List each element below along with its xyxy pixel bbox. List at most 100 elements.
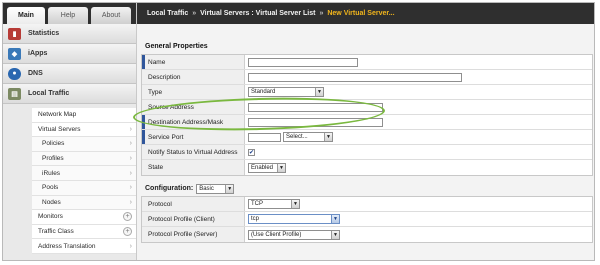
select-value: (Use Client Profile)	[251, 231, 302, 238]
main-content: General Properties Name Description Type…	[141, 38, 593, 243]
sidebar-item-label: Virtual Servers	[38, 125, 81, 133]
form-row-state: State Enabled ▼	[142, 160, 592, 175]
chevron-down-icon: ▼	[324, 133, 332, 141]
nav-section-local-traffic[interactable]: ▤ Local Traffic	[3, 84, 136, 104]
tab-about[interactable]: About	[91, 7, 131, 24]
add-icon[interactable]: +	[123, 212, 132, 222]
tab-help[interactable]: Help	[48, 7, 88, 24]
left-navigation: Main Help About ▮ Statistics ◆ iApps ● D…	[3, 3, 137, 260]
sidebar-item-nodes[interactable]: Nodes ›	[32, 195, 136, 211]
select-value: Basic	[199, 185, 214, 192]
breadcrumb: Local Traffic » Virtual Servers : Virtua…	[137, 3, 594, 24]
nav-section-label: Local Traffic	[28, 90, 70, 97]
chevron-right-icon: ›	[129, 155, 132, 163]
field-label: Destination Address/Mask	[142, 115, 245, 129]
select-value: TCP	[251, 201, 263, 207]
sidebar-item-label: Nodes	[42, 198, 61, 206]
local-traffic-icon: ▤	[8, 87, 21, 100]
sidebar-item-profiles[interactable]: Profiles ›	[32, 151, 136, 167]
nav-section-dns[interactable]: ● DNS	[3, 64, 136, 84]
nav-section-label: iApps	[28, 50, 48, 57]
field-label: Description	[142, 70, 245, 84]
field-label: Notify Status to Virtual Address	[142, 145, 245, 159]
form-row-server-profile: Protocol Profile (Server) (Use Client Pr…	[142, 227, 592, 242]
field-label: Service Port	[142, 130, 245, 144]
form-row-protocol: Protocol TCP ▼	[142, 197, 592, 212]
sidebar-item-virtual-servers[interactable]: Virtual Servers ›	[32, 123, 136, 138]
field-label: State	[142, 160, 245, 175]
field-label: Name	[142, 55, 245, 69]
form-row-type: Type Standard ▼	[142, 85, 592, 100]
destination-address-field[interactable]	[248, 117, 383, 127]
breadcrumb-separator: »	[319, 10, 324, 17]
field-label: Protocol	[142, 197, 245, 211]
nav-tabs: Main Help About	[3, 3, 136, 24]
client-profile-select[interactable]: tcp ▼	[248, 214, 340, 224]
select-value: tcp	[251, 216, 260, 222]
chevron-right-icon: ›	[129, 184, 132, 192]
iapps-icon: ◆	[8, 47, 21, 60]
service-port-select[interactable]: Select... ▼	[283, 132, 333, 142]
chevron-down-icon: ▼	[225, 184, 234, 193]
configuration-mode-select[interactable]: Basic ▼	[196, 183, 235, 194]
type-select[interactable]: Standard ▼	[248, 87, 324, 97]
form-row-notify: Notify Status to Virtual Address ✔	[142, 145, 592, 160]
select-value: Standard	[251, 89, 276, 95]
sidebar-item-label: Address Translation	[38, 242, 96, 250]
tab-main[interactable]: Main	[7, 7, 45, 24]
local-traffic-submenu: Network Map Virtual Servers › Policies ›…	[32, 108, 136, 254]
notify-status-checkbox[interactable]: ✔	[248, 148, 255, 156]
select-value: Enabled	[251, 164, 274, 171]
sidebar-item-label: Network Map	[38, 111, 77, 119]
sidebar-item-label: Traffic Class	[38, 228, 74, 236]
form-row-source: Source Address	[142, 100, 592, 115]
section-title-general: General Properties	[145, 42, 208, 50]
form-row-destination: Destination Address/Mask	[142, 115, 592, 130]
field-label: Source Address	[142, 100, 245, 114]
sidebar-item-pools[interactable]: Pools ›	[32, 180, 136, 196]
nav-section-label: Statistics	[28, 30, 60, 37]
sidebar-item-irules[interactable]: iRules ›	[32, 166, 136, 181]
general-properties-table: Name Description Type Standard ▼ Source …	[141, 54, 593, 176]
server-profile-select[interactable]: (Use Client Profile) ▼	[248, 229, 340, 240]
chevron-right-icon: ›	[129, 169, 132, 177]
sidebar-item-address-translation[interactable]: Address Translation ›	[32, 239, 136, 254]
sidebar-item-label: iRules	[42, 169, 61, 177]
sidebar-item-network-map[interactable]: Network Map	[32, 108, 136, 123]
nav-section-statistics[interactable]: ▮ Statistics	[3, 24, 136, 44]
sidebar-item-label: Pools	[42, 184, 59, 192]
chevron-down-icon: ▼	[291, 200, 299, 208]
statistics-icon: ▮	[8, 27, 21, 40]
add-icon[interactable]: +	[123, 227, 132, 237]
chevron-down-icon: ▼	[315, 88, 323, 96]
form-row-description: Description	[142, 70, 592, 85]
service-port-field[interactable]	[248, 132, 281, 142]
chevron-down-icon: ▼	[331, 215, 339, 223]
sidebar-item-traffic-class[interactable]: Traffic Class +	[32, 225, 136, 240]
breadcrumb-local-traffic[interactable]: Local Traffic	[147, 10, 188, 17]
breadcrumb-current: New Virtual Server...	[327, 10, 395, 17]
sidebar-item-label: Policies	[42, 140, 65, 148]
sidebar-item-policies[interactable]: Policies ›	[32, 137, 136, 152]
configuration-label: Configuration:	[145, 185, 194, 192]
name-field[interactable]	[248, 57, 358, 67]
field-label: Type	[142, 85, 245, 99]
sidebar-item-monitors[interactable]: Monitors +	[32, 210, 136, 225]
nav-section-iapps[interactable]: ◆ iApps	[3, 44, 136, 64]
app-window: Main Help About ▮ Statistics ◆ iApps ● D…	[2, 2, 595, 261]
breadcrumb-separator: »	[192, 10, 197, 17]
sidebar-item-label: Monitors	[38, 213, 63, 221]
chevron-right-icon: ›	[129, 125, 132, 133]
protocol-select[interactable]: TCP ▼	[248, 199, 300, 209]
breadcrumb-virtual-server-list[interactable]: Virtual Servers : Virtual Server List	[200, 10, 315, 17]
form-row-client-profile: Protocol Profile (Client) tcp ▼	[142, 212, 592, 227]
chevron-down-icon: ▼	[331, 230, 339, 239]
state-select[interactable]: Enabled ▼	[248, 162, 286, 173]
dns-icon: ●	[8, 67, 21, 80]
description-field[interactable]	[248, 72, 462, 82]
field-label: Protocol Profile (Server)	[142, 227, 245, 242]
field-label: Protocol Profile (Client)	[142, 212, 245, 226]
chevron-down-icon: ▼	[277, 163, 285, 172]
nav-section-label: DNS	[28, 70, 43, 77]
source-address-field[interactable]	[248, 102, 383, 112]
